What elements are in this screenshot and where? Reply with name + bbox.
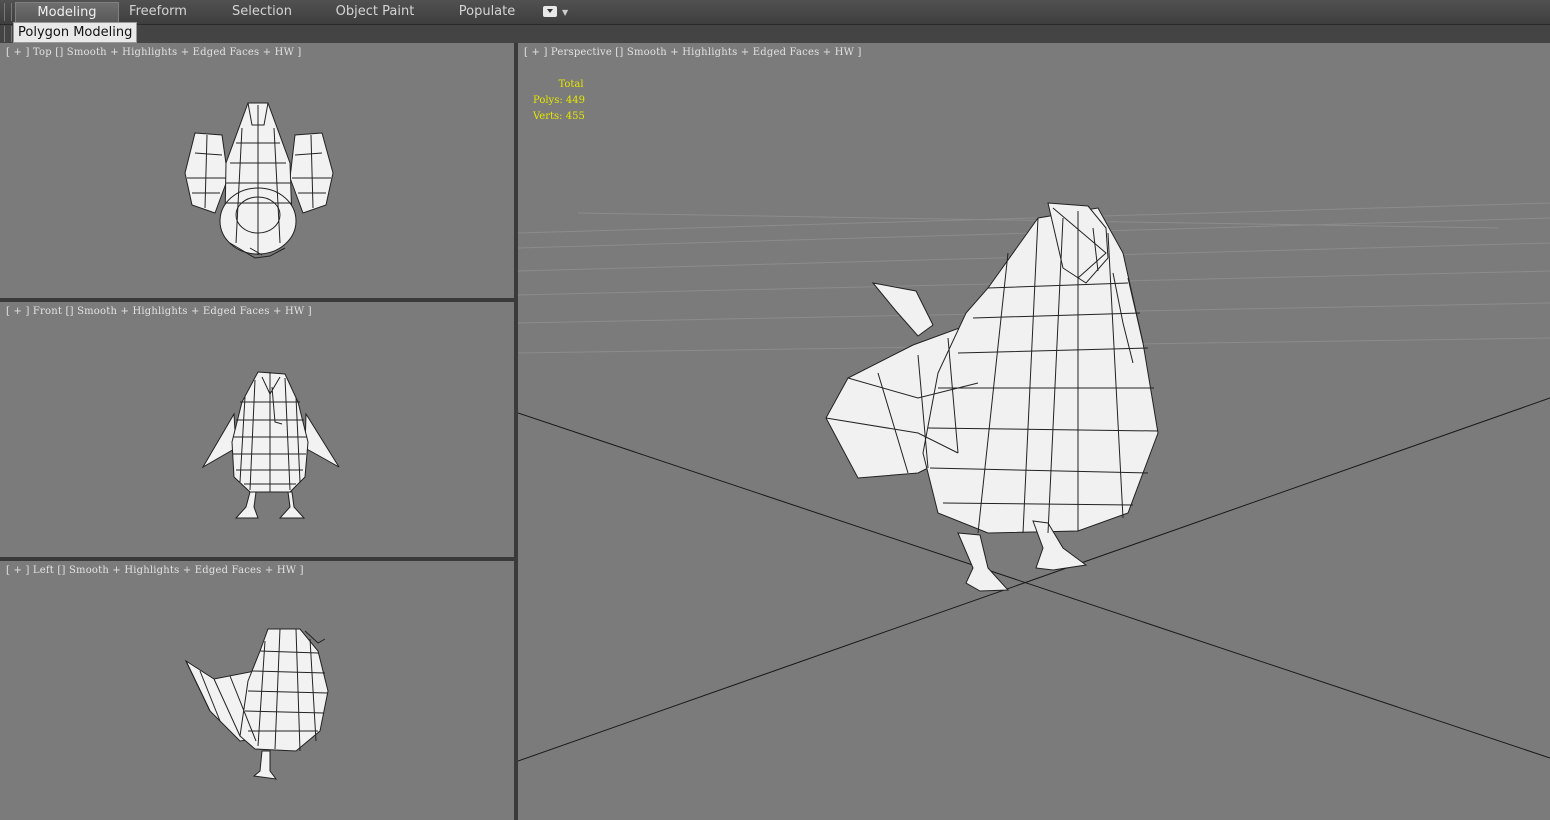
ribbon-panel-bar xyxy=(0,25,1550,43)
viewport-front[interactable]: [ + ] Front [] Smooth + Highlights + Edg… xyxy=(0,302,514,557)
viewport-left[interactable]: [ + ] Left [] Smooth + Highlights + Edge… xyxy=(0,561,514,820)
tab-selection[interactable]: Selection xyxy=(220,2,304,22)
viewport-top[interactable]: [ + ] Top [] Smooth + Highlights + Edged… xyxy=(0,43,514,298)
tab-freeform[interactable]: Freeform xyxy=(118,2,198,22)
ribbon-options-icon[interactable] xyxy=(543,6,557,17)
bird-model-left-view xyxy=(184,628,329,780)
tab-populate[interactable]: Populate xyxy=(450,2,524,22)
tab-object-paint[interactable]: Object Paint xyxy=(330,2,420,22)
perspective-scene xyxy=(518,202,1550,762)
ribbon-grip[interactable] xyxy=(4,3,12,21)
bird-model-top-view xyxy=(184,102,334,259)
chevron-down-icon[interactable]: ▼ xyxy=(562,8,568,17)
bird-model-front-view xyxy=(201,371,340,519)
panel-grip[interactable] xyxy=(4,26,12,42)
viewport-perspective[interactable]: [ + ] Perspective [] Smooth + Highlights… xyxy=(518,43,1550,820)
ribbon-tab-bar: Modeling Freeform Selection Object Paint… xyxy=(0,0,1550,25)
polygon-modeling-panel[interactable]: Polygon Modeling xyxy=(13,22,138,43)
tab-modeling[interactable]: Modeling xyxy=(15,2,119,24)
